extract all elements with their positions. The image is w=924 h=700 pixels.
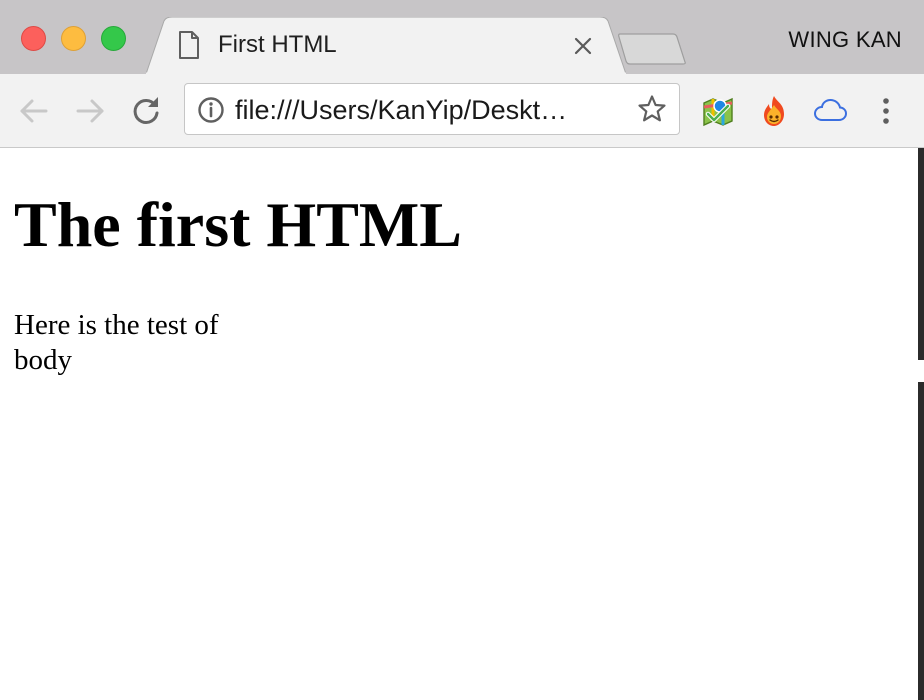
window-maximize-button[interactable] [101,26,126,51]
profile-name[interactable]: WING KAN [788,26,902,54]
map-check-icon[interactable] [700,93,736,129]
page-body-text: Here is the test of body [14,309,219,376]
cloud-icon[interactable] [812,93,848,129]
back-arrow-icon[interactable] [16,93,52,129]
page-heading: The first HTML [14,189,462,260]
close-icon[interactable] [572,35,594,57]
forward-arrow-icon[interactable] [72,93,108,129]
page-content: The first HTML Here is the test of body [0,148,918,700]
tab-strip: First HTML WING KAN [0,0,924,74]
hola-flame-icon[interactable] [756,93,792,129]
browser-window: First HTML WING KAN file:///Users/KanYip… [0,0,924,700]
tab-title: First HTML [218,31,337,58]
more-vert-icon[interactable] [868,93,904,129]
window-minimize-button[interactable] [61,26,86,51]
info-icon[interactable] [197,96,225,124]
tab-first-html[interactable]: First HTML [146,17,626,74]
background-window-edge [918,148,924,700]
toolbar: file:///Users/KanYip/Deskt… [0,74,924,148]
star-icon[interactable] [637,94,667,124]
reload-icon[interactable] [128,93,164,129]
background-window-gap [918,360,924,382]
document-icon [178,31,200,59]
url-text[interactable]: file:///Users/KanYip/Deskt… [235,94,615,126]
address-bar[interactable]: file:///Users/KanYip/Deskt… [184,83,680,135]
new-tab-button[interactable] [618,32,688,66]
window-close-button[interactable] [21,26,46,51]
